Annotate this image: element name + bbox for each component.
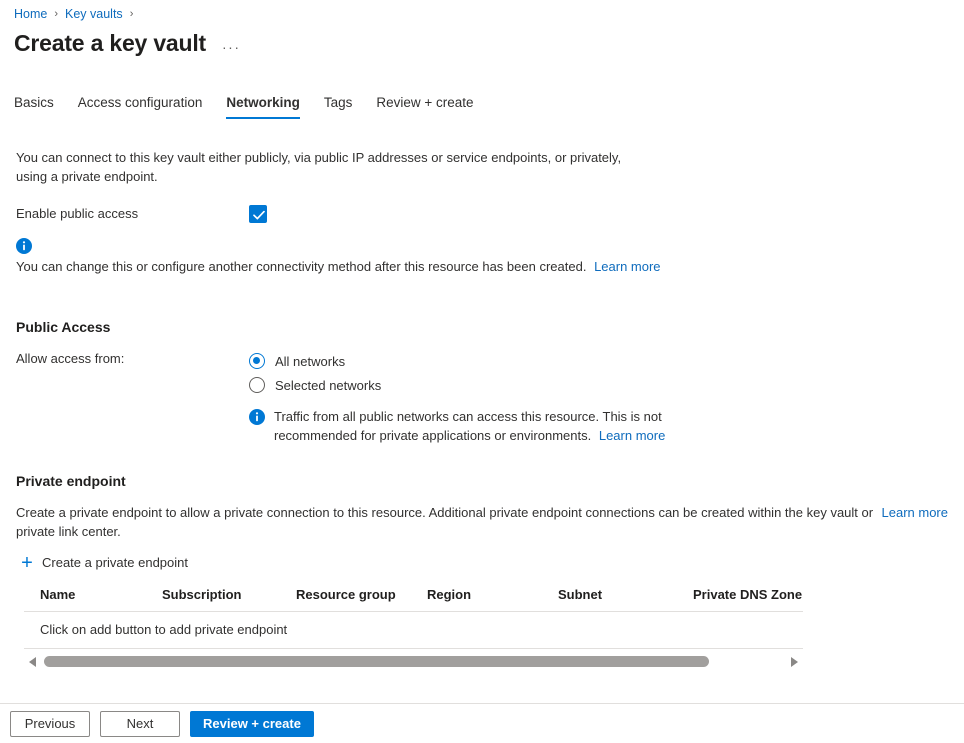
traffic-note-learn-more-link[interactable]: Learn more — [599, 428, 665, 443]
column-header-name[interactable]: Name — [24, 584, 162, 612]
breadcrumb-item-home[interactable]: Home — [14, 7, 47, 21]
private-endpoint-learn-more-link[interactable]: Learn more — [882, 503, 948, 522]
review-create-button[interactable]: Review + create — [190, 711, 314, 737]
info-icon — [16, 238, 32, 254]
chevron-left-icon — [29, 657, 37, 667]
info-icon — [249, 409, 265, 425]
table-horizontal-scrollbar[interactable] — [24, 654, 803, 669]
breadcrumb-separator-icon: › — [130, 8, 134, 20]
private-endpoint-description: Create a private endpoint to allow a pri… — [16, 503, 874, 541]
column-header-subscription[interactable]: Subscription — [162, 584, 296, 612]
chevron-right-icon — [790, 657, 798, 667]
public-access-traffic-note: Traffic from all public networks can acc… — [249, 407, 709, 445]
networking-panel: You can connect to this key vault either… — [0, 148, 964, 669]
radio-selected-networks-label: Selected networks — [275, 378, 381, 393]
breadcrumb-separator-icon: › — [54, 8, 58, 20]
radio-selected-networks[interactable]: Selected networks — [249, 373, 381, 397]
private-endpoint-heading: Private endpoint — [16, 473, 948, 489]
scroll-right-arrow-icon[interactable] — [787, 654, 801, 669]
breadcrumb-item-key-vaults[interactable]: Key vaults — [65, 7, 123, 21]
more-options-icon[interactable]: ··· — [222, 34, 241, 52]
tab-access-configuration[interactable]: Access configuration — [78, 95, 203, 119]
allow-access-from-row: Allow access from: All networks Selected… — [16, 349, 948, 397]
radio-all-networks-label: All networks — [275, 354, 345, 369]
tab-networking[interactable]: Networking — [226, 95, 300, 119]
enable-public-access-note: You can change this or configure another… — [16, 238, 948, 276]
private-endpoint-description-row: Create a private endpoint to allow a pri… — [16, 503, 948, 541]
table-empty-row: Click on add button to add private endpo… — [24, 612, 803, 649]
create-private-endpoint-button[interactable]: + Create a private endpoint — [16, 555, 188, 570]
previous-button[interactable]: Previous — [10, 711, 90, 737]
radio-all-networks[interactable]: All networks — [249, 349, 381, 373]
column-header-subnet[interactable]: Subnet — [558, 584, 693, 612]
breadcrumb: Home › Key vaults › — [0, 0, 964, 22]
page-header: Create a key vault ··· — [0, 22, 964, 58]
column-header-region[interactable]: Region — [427, 584, 558, 612]
enable-public-access-checkbox[interactable] — [249, 205, 267, 223]
enable-public-access-label: Enable public access — [16, 204, 249, 224]
column-header-private-dns-zone[interactable]: Private DNS Zone — [693, 584, 803, 612]
enable-note-learn-more-link[interactable]: Learn more — [594, 259, 660, 274]
scroll-left-arrow-icon[interactable] — [26, 654, 40, 669]
scrollbar-track[interactable] — [44, 656, 783, 667]
scrollbar-thumb[interactable] — [44, 656, 709, 667]
tab-basics[interactable]: Basics — [14, 95, 54, 119]
wizard-footer: Previous Next Review + create — [0, 703, 964, 743]
check-icon — [252, 208, 266, 222]
private-endpoint-table: Name Subscription Resource group Region … — [24, 584, 803, 649]
table-header-row: Name Subscription Resource group Region … — [24, 584, 803, 612]
public-access-heading: Public Access — [16, 319, 948, 335]
networking-description: You can connect to this key vault either… — [16, 148, 648, 186]
allow-access-radio-group: All networks Selected networks — [249, 349, 381, 397]
tab-review-create[interactable]: Review + create — [376, 95, 473, 119]
private-endpoint-table-container: Name Subscription Resource group Region … — [24, 584, 803, 669]
create-private-endpoint-label: Create a private endpoint — [42, 555, 188, 570]
plus-icon: + — [16, 556, 38, 570]
next-button[interactable]: Next — [100, 711, 180, 737]
tab-tags[interactable]: Tags — [324, 95, 353, 119]
page-title: Create a key vault — [14, 28, 206, 58]
enable-public-access-note-text: You can change this or configure another… — [16, 259, 586, 274]
radio-all-networks-indicator[interactable] — [249, 353, 265, 369]
allow-access-from-label: Allow access from: — [16, 349, 249, 369]
table-empty-message: Click on add button to add private endpo… — [24, 612, 803, 649]
enable-public-access-row: Enable public access — [16, 204, 948, 224]
radio-selected-networks-indicator[interactable] — [249, 377, 265, 393]
wizard-tabs: Basics Access configuration Networking T… — [0, 89, 964, 119]
column-header-resource-group[interactable]: Resource group — [296, 584, 427, 612]
